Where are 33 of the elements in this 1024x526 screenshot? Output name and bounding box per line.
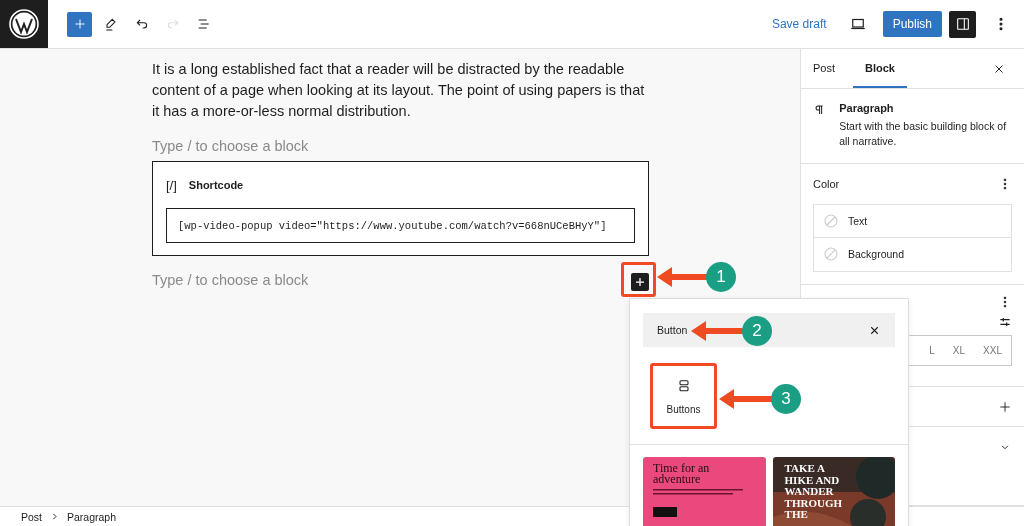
chevron-right-icon <box>50 512 59 521</box>
pattern-preview[interactable]: Time for an adventure <box>643 457 766 526</box>
shortcode-icon: [/] <box>166 177 177 193</box>
size-option[interactable]: XL <box>943 335 975 365</box>
block-description: Start with the basic building block of all narrative. <box>839 118 1008 149</box>
shortcode-input[interactable]: [wp-video-popup video="https://www.youtube.com/watch?v=668nUCeBHyY"] <box>166 208 635 243</box>
sidebar-tab[interactable]: Post <box>801 49 847 88</box>
save-draft-link[interactable]: Save draft <box>771 17 827 31</box>
paragraph-text: It is a long established fact that a reader will be distracted by the readable content of a page when looking at its layout. The point of using papers is that it has a more-or-less normal distribution. <box>152 60 646 121</box>
shortcode-title: Shortcode <box>188 179 244 191</box>
empty-swatch-icon <box>823 212 839 229</box>
pattern-preview[interactable]: TAKE A HIKE AND WANDER THROUGH THE <box>772 457 895 526</box>
sidebar-icon <box>954 16 971 32</box>
empty-swatch-icon <box>823 246 839 263</box>
plus-icon <box>998 399 1012 414</box>
pattern-title: TAKE A HIKE AND WANDER THROUGH THE <box>784 463 843 521</box>
highlight-frame <box>621 262 656 297</box>
settings-toggle[interactable] <box>949 10 976 38</box>
add-block-button[interactable] <box>631 273 649 291</box>
breadcrumb-link[interactable]: Paragraph <box>67 510 117 523</box>
search-value: Button <box>657 324 688 336</box>
block-result[interactable]: Buttons <box>650 363 717 429</box>
size-option[interactable]: XXL <box>974 335 1011 365</box>
section-title: Color <box>813 177 840 190</box>
sidebar-tab[interactable]: Block <box>853 49 907 88</box>
pattern-title: Time for an adventure <box>653 463 711 485</box>
size-option[interactable]: L <box>920 335 944 365</box>
publish-button[interactable]: Publish <box>882 11 942 37</box>
plus-icon <box>634 276 646 288</box>
wordpress-logo[interactable] <box>0 0 48 48</box>
breadcrumb-link[interactable]: Post <box>21 510 42 523</box>
block-title: Paragraph <box>839 101 895 114</box>
add-button[interactable] <box>67 11 92 37</box>
